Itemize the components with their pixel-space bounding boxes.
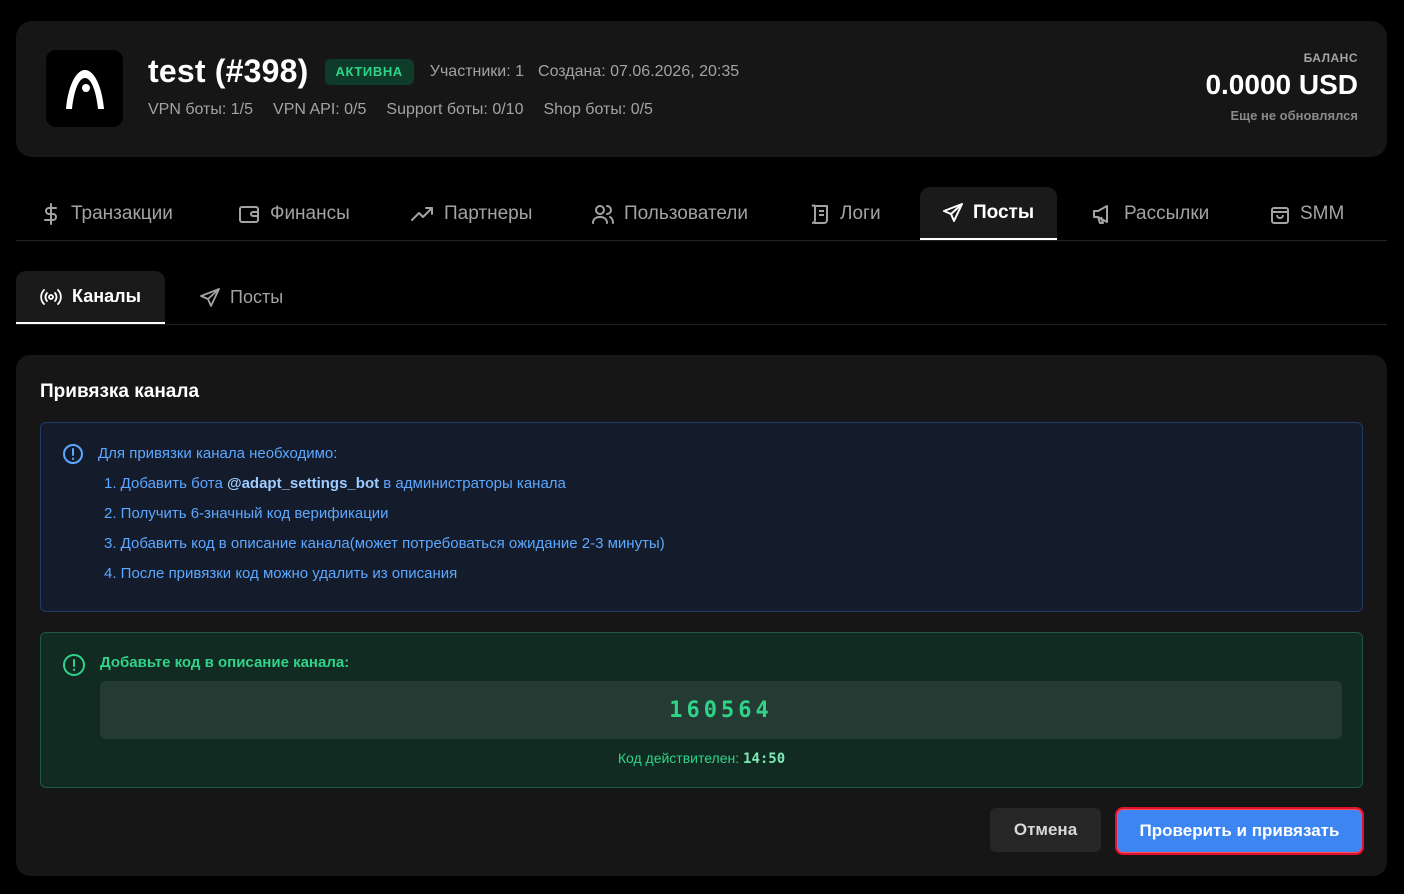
send-icon (200, 287, 220, 307)
tab-label: Логи (840, 202, 881, 224)
wallet-icon (239, 205, 259, 223)
tab-smm[interactable]: SMM (1270, 187, 1344, 240)
instructions-heading: Для привязки канала необходимо: (98, 445, 338, 462)
bot-username: @adapt_settings_bot (226, 475, 380, 492)
arch-logo-icon (65, 69, 104, 109)
send-icon (942, 202, 963, 222)
tab-transactions[interactable]: Транзакции (41, 187, 173, 240)
tab-label: SMM (1300, 202, 1345, 224)
subtab-label: Посты (230, 287, 284, 307)
org-header-card: test (#398) АКТИВНА Участники: 1 Создана… (16, 21, 1387, 157)
alert-circle-icon (63, 654, 85, 676)
tab-label: Финансы (270, 202, 350, 224)
limit-support-bots: Support боты: 0/10 (386, 101, 524, 118)
verify-and-bind-button[interactable]: Проверить и привязать (1115, 807, 1364, 855)
channel-binding-card: Привязка канала Для привязки канала необ… (16, 355, 1387, 876)
verification-code-box: Добавьте код в описание канала: 160564 К… (40, 632, 1363, 788)
limit-vpn-bots: VPN боты: 1/5 (148, 101, 254, 118)
org-logo (46, 50, 123, 127)
step-text: в администраторы канала (379, 475, 566, 492)
limit-shop-bots: Shop боты: 0/5 (543, 101, 653, 118)
list-item: 3. Добавить код в описание канала(может … (104, 535, 665, 552)
code-validity: Код действителен: 14:50 (41, 750, 1362, 767)
tab-logs[interactable]: Логи (810, 187, 881, 240)
megaphone-icon (1093, 204, 1108, 224)
step-text: 1. Добавить бота (104, 475, 227, 492)
instructions-list: 1. Добавить бота @adapt_settings_bot в а… (104, 475, 665, 595)
subtab-label: Каналы (72, 286, 141, 306)
trending-up-icon (411, 206, 433, 221)
cancel-button[interactable]: Отмена (990, 808, 1101, 852)
status-badge: АКТИВНА (324, 58, 414, 85)
balance-block: БАЛАНС 0.0000 USD Еще не обновлялся (1205, 51, 1358, 123)
list-item: 2. Получить 6-значный код верификации (104, 505, 389, 522)
tab-finances[interactable]: Финансы (238, 187, 350, 240)
balance-updated: Еще не обновлялся (1230, 108, 1358, 123)
tab-users[interactable]: Пользователи (592, 187, 748, 240)
list-item: 1. Добавить бота @adapt_settings_bot в а… (104, 475, 665, 505)
balance-label: БАЛАНС (1303, 51, 1358, 65)
users-icon (592, 204, 614, 224)
verification-code[interactable]: 160564 (100, 681, 1342, 739)
page-title: test (#398) (148, 53, 309, 89)
limit-vpn-api: VPN API: 0/5 (273, 101, 367, 118)
balance-value: 0.0000 USD (1205, 69, 1358, 100)
tab-mailings[interactable]: Рассылки (1092, 187, 1209, 240)
broadcast-icon (40, 288, 62, 305)
created-date: Создана: 07.06.2026, 20:35 (538, 62, 740, 80)
instructions-box: Для привязки канала необходимо: 1. Добав… (40, 422, 1363, 612)
dollar-icon (44, 202, 57, 225)
main-tabs: Транзакции Финансы Партнеры Пользователи… (16, 187, 1387, 241)
subtab-channels[interactable]: Каналы (16, 271, 165, 324)
list-item: 4. После привязки код можно удалить из о… (104, 565, 458, 582)
code-heading: Добавьте код в описание канала: (100, 654, 350, 671)
card-title: Привязка канала (40, 381, 200, 402)
tab-posts[interactable]: Посты (920, 187, 1057, 240)
info-icon (63, 444, 83, 464)
participants-count: Участники: 1 (429, 62, 525, 80)
subtab-posts[interactable]: Посты (200, 271, 283, 324)
tab-partners[interactable]: Партнеры (410, 187, 532, 240)
tab-label: Посты (972, 201, 1035, 223)
validity-timer: 14:50 (743, 751, 786, 767)
shopping-bag-icon (1271, 206, 1289, 224)
scroll-icon (811, 204, 828, 224)
tab-label: Транзакции (71, 202, 173, 224)
bot-limits: VPN боты: 1/5 VPN API: 0/5 Support боты:… (148, 101, 673, 119)
tab-label: Пользователи (624, 202, 749, 224)
tab-label: Партнеры (444, 202, 533, 224)
sub-tabs: Каналы Посты (16, 271, 1387, 325)
validity-label: Код действителен: (617, 750, 744, 766)
tab-label: Рассылки (1124, 202, 1210, 224)
